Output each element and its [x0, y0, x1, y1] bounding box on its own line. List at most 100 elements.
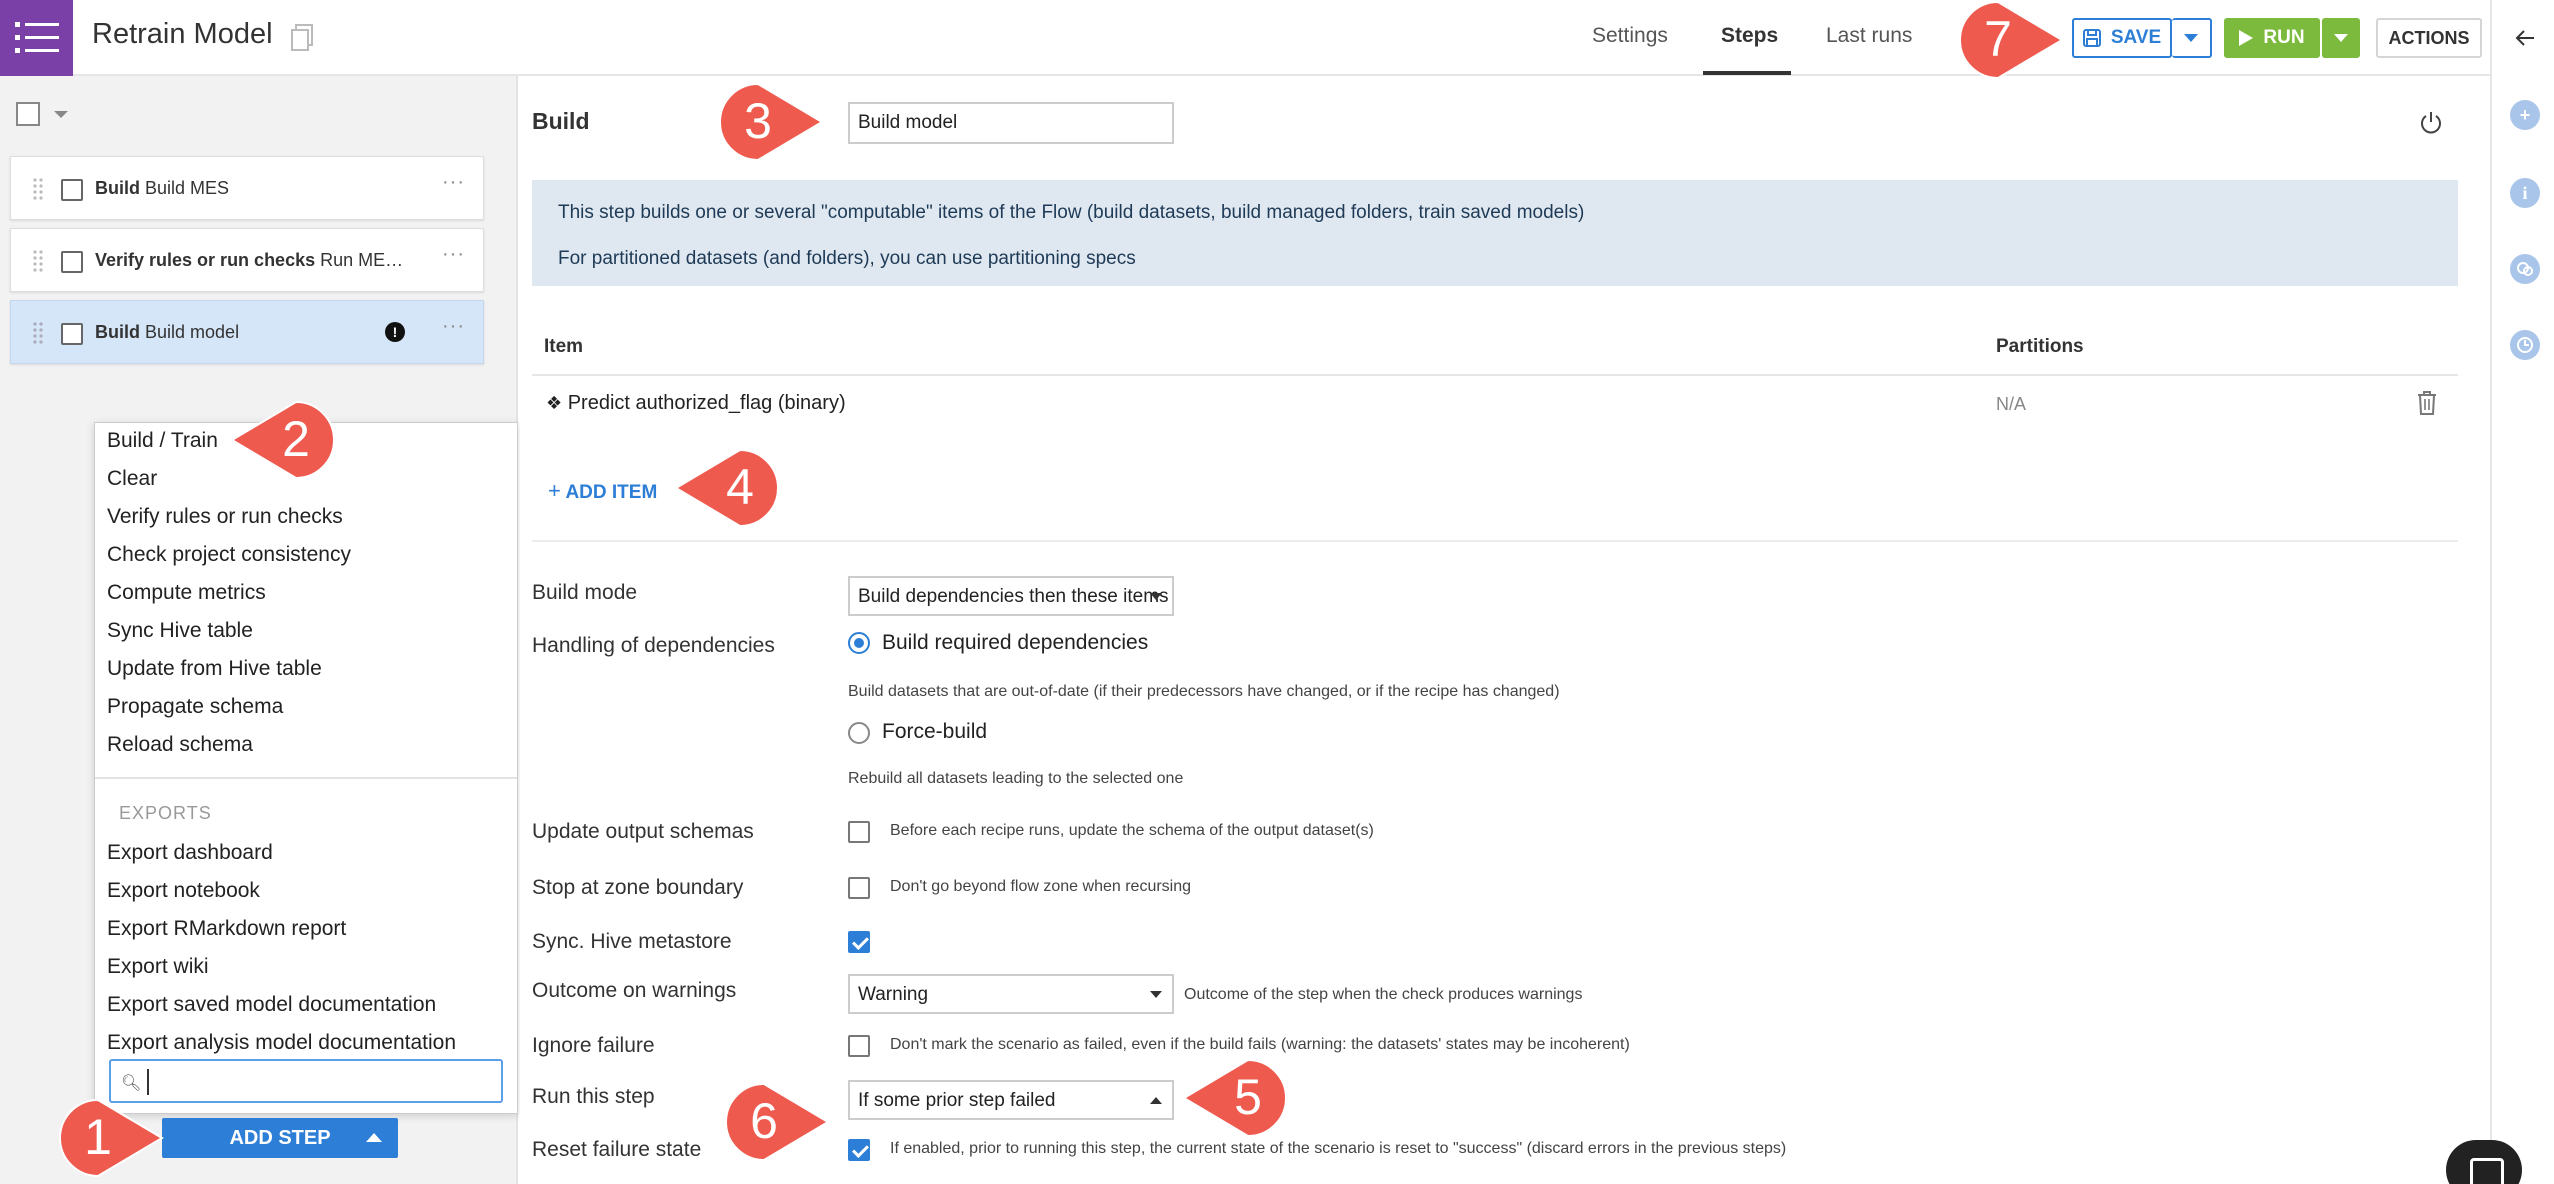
page-title: Retrain Model [92, 18, 273, 50]
callout-6: 6 [724, 1082, 832, 1162]
save-dropdown-button[interactable] [2172, 18, 2212, 58]
ignore-failure-checkbox[interactable] [848, 1035, 870, 1057]
more-icon[interactable]: ··· [442, 315, 465, 338]
menu-item-export-analysis-model-doc[interactable]: Export analysis model documentation [107, 1031, 456, 1055]
menu-item-build-train[interactable]: Build / Train [107, 429, 218, 453]
add-icon[interactable]: + [2510, 100, 2540, 130]
menu-item-check-consistency[interactable]: Check project consistency [107, 543, 351, 567]
run-this-step-select[interactable]: If some prior step failed [848, 1080, 1174, 1120]
menu-item-propagate-schema[interactable]: Propagate schema [107, 695, 283, 719]
menu-search-input[interactable]: 🔍︎ [109, 1059, 503, 1103]
help-text: Before each recipe runs, update the sche… [890, 822, 1374, 839]
chevron-down-icon [2334, 34, 2348, 42]
chat-widget-icon[interactable] [2446, 1140, 2522, 1184]
step-label: Build Build MES [95, 178, 230, 198]
menu-item-export-saved-model-doc[interactable]: Export saved model documentation [107, 993, 436, 1017]
menu-item-export-dashboard[interactable]: Export dashboard [107, 841, 273, 865]
step-name-input[interactable]: Build model [848, 102, 1174, 144]
add-item-button[interactable]: + ADD ITEM [548, 478, 657, 504]
select-all-dropdown-icon[interactable] [54, 111, 68, 118]
model-icon: ❖ [546, 393, 563, 413]
radio-force-build[interactable] [848, 722, 870, 744]
tab-settings[interactable]: Settings [1592, 24, 1668, 48]
sync-hive-label: Sync. Hive metastore [532, 930, 732, 953]
menu-item-compute-metrics[interactable]: Compute metrics [107, 581, 266, 605]
sync-hive-checkbox[interactable] [848, 931, 870, 953]
copy-icon[interactable] [290, 24, 314, 52]
help-text: Don't mark the scenario as failed, even … [890, 1036, 1630, 1053]
save-button[interactable]: SAVE [2072, 18, 2172, 58]
step-label: Build Build model [95, 322, 240, 342]
chevron-down-icon [1150, 991, 1162, 998]
run-label: RUN [2263, 27, 2305, 48]
back-arrow-icon[interactable] [2514, 28, 2536, 48]
step-card[interactable]: Build Build MES ··· [10, 156, 484, 220]
menu-item-export-notebook[interactable]: Export notebook [107, 879, 260, 903]
step-label: Verify rules or run checks Run ME… [95, 250, 404, 270]
info-icon[interactable]: i [2510, 178, 2540, 208]
info-text: For partitioned datasets (and folders), … [558, 248, 1136, 269]
power-icon[interactable] [2418, 110, 2444, 136]
tab-last-runs[interactable]: Last runs [1826, 24, 1912, 48]
step-card-selected[interactable]: Build Build model ! ··· [10, 300, 484, 364]
chevron-up-icon [1150, 1097, 1162, 1104]
callout-5: 5 [1180, 1058, 1288, 1138]
drag-handle-icon[interactable] [33, 249, 43, 273]
reset-failure-label: Reset failure state [532, 1138, 702, 1161]
stop-zone-checkbox[interactable] [848, 877, 870, 899]
step-checkbox[interactable] [61, 251, 83, 273]
update-schemas-label: Update output schemas [532, 820, 754, 843]
menu-item-export-rmarkdown[interactable]: Export RMarkdown report [107, 917, 346, 941]
save-label: SAVE [2110, 27, 2162, 48]
reset-failure-checkbox[interactable] [848, 1139, 870, 1161]
run-this-step-label: Run this step [532, 1085, 655, 1108]
chevron-down-icon [2184, 34, 2198, 42]
build-mode-select[interactable]: Build dependencies then these items [848, 576, 1174, 616]
run-button[interactable]: RUN [2224, 18, 2320, 58]
drag-handle-icon[interactable] [33, 321, 43, 345]
trash-icon[interactable] [2416, 390, 2438, 416]
menu-item-clear[interactable]: Clear [107, 467, 157, 491]
table-divider [532, 374, 2458, 376]
menu-item-export-wiki[interactable]: Export wiki [107, 955, 209, 979]
chevron-down-icon [1150, 593, 1162, 600]
top-bar: Retrain Model Settings Steps Last runs S… [0, 0, 2554, 76]
step-checkbox[interactable] [61, 179, 83, 201]
radio-build-required[interactable] [848, 632, 870, 654]
help-text: Outcome of the step when the check produ… [1184, 986, 1583, 1003]
chevron-up-icon [366, 1133, 382, 1142]
actions-button[interactable]: ACTIONS [2376, 18, 2482, 58]
outcome-warnings-select[interactable]: Warning [848, 974, 1174, 1014]
menu-divider [95, 777, 517, 779]
menu-item-reload-schema[interactable]: Reload schema [107, 733, 253, 757]
add-step-button[interactable]: ADD STEP [162, 1118, 398, 1158]
menu-item-verify-rules[interactable]: Verify rules or run checks [107, 505, 343, 529]
step-card[interactable]: Verify rules or run checks Run ME… ··· [10, 228, 484, 292]
more-icon[interactable]: ··· [442, 171, 465, 194]
help-text: Don't go beyond flow zone when recursing [890, 878, 1192, 895]
menu-icon[interactable] [0, 0, 73, 76]
menu-item-sync-hive[interactable]: Sync Hive table [107, 619, 253, 643]
info-box: This step builds one or several "computa… [532, 180, 2458, 286]
menu-item-update-hive[interactable]: Update from Hive table [107, 657, 322, 681]
more-icon[interactable]: ··· [442, 243, 465, 266]
discussion-icon[interactable] [2510, 254, 2540, 284]
drag-handle-icon[interactable] [33, 177, 43, 201]
table-row: ❖ Predict authorized_flag (binary) [546, 392, 846, 414]
callout-2: 2 [228, 400, 336, 480]
floppy-icon [2082, 29, 2101, 47]
text-cursor [147, 1069, 149, 1095]
history-icon[interactable] [2510, 330, 2540, 360]
right-rail: + i [2490, 0, 2554, 1184]
build-mode-label: Build mode [532, 581, 638, 604]
step-checkbox[interactable] [61, 323, 83, 345]
help-text: Rebuild all datasets leading to the sele… [848, 770, 1184, 787]
run-dropdown-button[interactable] [2322, 18, 2360, 58]
update-schemas-checkbox[interactable] [848, 821, 870, 843]
add-step-label: ADD STEP [229, 1126, 331, 1149]
select-all-checkbox[interactable] [16, 102, 40, 126]
hamburger-icon [14, 22, 59, 53]
help-text: If enabled, prior to running this step, … [890, 1140, 1787, 1157]
tab-steps[interactable]: Steps [1721, 24, 1778, 48]
column-header-partitions: Partitions [1996, 336, 2084, 357]
